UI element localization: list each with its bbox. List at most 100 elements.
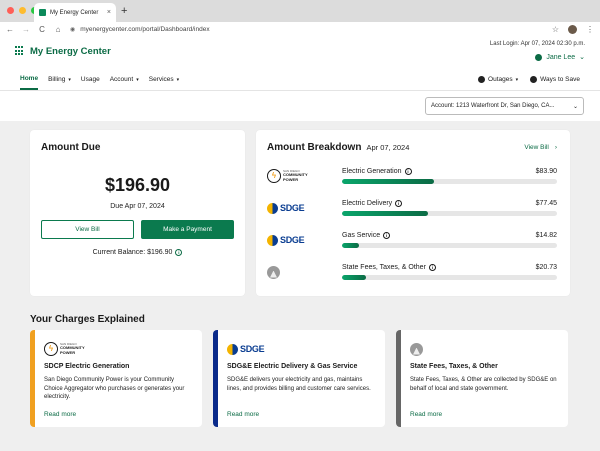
tab-title: My Energy Center	[50, 9, 99, 16]
minimize-window-button[interactable]	[19, 7, 26, 14]
read-more-link[interactable]: Read more	[44, 411, 192, 418]
charge-description: State Fees, Taxes, & Other are collected…	[410, 377, 557, 392]
breakdown-label: Electric Delivery	[342, 200, 393, 207]
view-bill-label: View Bill	[524, 144, 549, 151]
breakdown-bar-fill	[342, 275, 366, 280]
nav-ways-to-save[interactable]: Ways to Save	[530, 69, 580, 90]
nav-account[interactable]: Account ▾	[110, 69, 139, 90]
url-text: myenergycenter.com/portal/Dashboard/inde…	[80, 26, 210, 33]
nav-home[interactable]: Home	[20, 69, 39, 90]
info-icon[interactable]: i	[395, 200, 403, 207]
breakdown-bar	[342, 275, 557, 280]
amount-breakdown-card: Amount Breakdown Apr 07, 2024 View Bill …	[256, 130, 570, 296]
nav-label: Outages	[488, 76, 513, 83]
chevron-right-icon: ›	[554, 144, 557, 151]
info-icon[interactable]: i	[383, 232, 391, 239]
caret-down-icon: ▾	[68, 76, 71, 83]
charge-title: SDG&E Electric Delivery & Gas Service	[227, 363, 358, 370]
home-icon[interactable]: ⌂	[54, 25, 62, 34]
community-power-logo: ϟ SAN DIEGO COMMUNITY POWER	[267, 169, 308, 183]
user-menu[interactable]: Jane Lee ⌄	[490, 53, 585, 61]
info-icon[interactable]: i	[175, 249, 183, 256]
view-bill-button[interactable]: View Bill	[41, 220, 134, 239]
reload-icon[interactable]: C	[38, 25, 46, 34]
nav-usage[interactable]: Usage	[81, 69, 100, 90]
chevron-down-icon: ⌄	[579, 54, 585, 61]
breakdown-title: Amount Breakdown	[267, 142, 362, 153]
breakdown-bar-fill	[342, 243, 360, 248]
grid-logo-icon	[15, 46, 25, 56]
breakdown-view-bill-link[interactable]: View Bill ›	[524, 144, 557, 151]
breakdown-bar-fill	[342, 211, 428, 216]
site-header: My Energy Center Last Login: Apr 07, 202…	[0, 37, 600, 121]
site-favicon-icon	[39, 9, 46, 16]
amount-due-card: Amount Due $196.90 Due Apr 07, 2024 View…	[30, 130, 245, 296]
amount-due-value: $196.90	[104, 175, 171, 195]
charge-description: SDG&E delivers your electricity and gas,…	[227, 377, 371, 392]
nav-label: Account	[109, 76, 134, 83]
forward-icon[interactable]: →	[22, 25, 30, 34]
info-icon[interactable]: i	[404, 168, 412, 175]
url-field[interactable]: ◉ myenergycenter.com/portal/Dashboard/in…	[70, 26, 544, 33]
user-icon	[535, 53, 543, 61]
brand-name: My Energy Center	[30, 45, 111, 57]
savings-icon	[530, 76, 538, 83]
read-more-link[interactable]: Read more	[410, 411, 558, 418]
dashboard-content: Amount Due $196.90 Due Apr 07, 2024 View…	[0, 121, 600, 451]
card-accent	[213, 330, 218, 427]
new-tab-button[interactable]: +	[121, 5, 127, 17]
account-select[interactable]: Account: 1213 Waterfront Dr, San Diego, …	[425, 97, 584, 115]
breakdown-label: Gas Service	[342, 232, 381, 239]
charge-description: San Diego Community Power is your Commun…	[44, 377, 185, 401]
breakdown-amount: $14.82	[535, 232, 557, 239]
profile-avatar[interactable]	[568, 25, 577, 34]
charge-card-state-fees: State Fees, Taxes, & Other State Fees, T…	[396, 330, 568, 427]
charge-card-sdcp: ϟ SAN DIEGO COMMUNITY POWER SDCP Electri…	[30, 330, 202, 427]
charges-section-title: Your Charges Explained	[30, 314, 145, 325]
tab-close-icon[interactable]: ×	[107, 9, 111, 16]
breakdown-row: SDGE Gas Service i $14.82	[267, 224, 557, 256]
site-info-icon[interactable]: ◉	[70, 26, 75, 33]
card-accent	[30, 330, 35, 427]
government-icon	[267, 265, 280, 279]
breakdown-amount: $83.90	[535, 168, 557, 175]
breakdown-amount: $20.73	[535, 264, 557, 271]
last-login: Last Login: Apr 07, 2024 02:30 p.m.	[489, 41, 585, 47]
amount-due-title: Amount Due	[41, 142, 101, 153]
breakdown-label: Electric Generation	[342, 168, 402, 175]
current-balance: Current Balance: $196.90 i	[41, 249, 234, 256]
read-more-link[interactable]: Read more	[227, 411, 375, 418]
breakdown-bar	[342, 179, 557, 184]
make-payment-button[interactable]: Make a Payment	[141, 220, 234, 239]
nav-label: Ways to Save	[540, 76, 580, 83]
current-balance-text: Current Balance: $196.90	[92, 249, 173, 256]
breakdown-bar	[342, 211, 557, 216]
browser-menu-icon[interactable]: ⋮	[586, 25, 594, 34]
community-power-logo: ϟ SAN DIEGO COMMUNITY POWER	[44, 342, 85, 356]
sdge-logo: SDGE	[227, 343, 265, 355]
breakdown-label: State Fees, Taxes, & Other	[342, 264, 426, 271]
nav-label: Home	[20, 75, 39, 82]
sdge-logo: SDGE	[267, 202, 305, 214]
due-date: Due Apr 07, 2024	[110, 203, 165, 210]
nav-label: Billing	[48, 76, 66, 83]
bookmark-star-icon[interactable]: ☆	[552, 25, 559, 34]
nav-outages[interactable]: Outages ▾	[478, 69, 518, 90]
breakdown-date: Apr 07, 2024	[366, 143, 410, 152]
nav-services[interactable]: Services ▾	[149, 69, 179, 90]
nav-billing[interactable]: Billing ▾	[48, 69, 71, 90]
info-icon[interactable]: i	[428, 264, 436, 271]
back-icon[interactable]: ←	[6, 25, 14, 34]
charge-title: State Fees, Taxes, & Other	[410, 363, 498, 370]
browser-tab[interactable]: My Energy Center ×	[34, 3, 116, 22]
account-select-value: Account: 1213 Waterfront Dr, San Diego, …	[431, 103, 555, 109]
nav-label: Usage	[80, 76, 100, 83]
charge-title: SDCP Electric Generation	[44, 363, 130, 370]
nav-label: Services	[148, 76, 174, 83]
outage-icon	[478, 76, 486, 83]
sdge-logo: SDGE	[267, 234, 305, 246]
caret-down-icon: ▾	[136, 76, 139, 83]
brand-logo[interactable]: My Energy Center	[15, 45, 111, 57]
breakdown-amount: $77.45	[535, 200, 557, 207]
close-window-button[interactable]	[7, 7, 14, 14]
